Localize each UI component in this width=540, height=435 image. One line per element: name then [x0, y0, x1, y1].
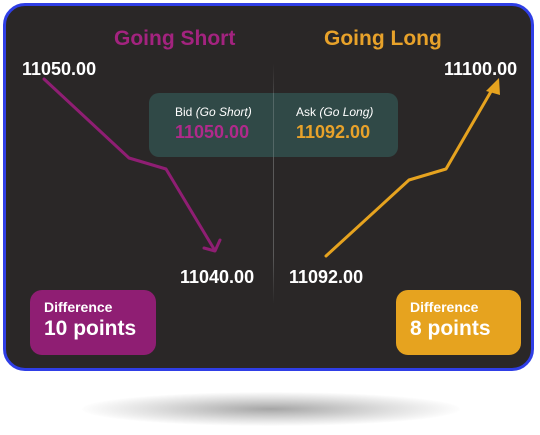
long-difference-value: 8 points — [410, 317, 491, 340]
bid-quote: Bid (Go Short) 11050.00 — [175, 105, 252, 143]
panel-shadow — [82, 392, 460, 426]
bid-label: Bid — [175, 105, 193, 119]
short-start-price: 11050.00 — [22, 59, 97, 79]
up-arrow-icon — [486, 78, 500, 95]
short-end-price: 11040.00 — [180, 267, 255, 287]
going-long-heading: Going Long — [324, 27, 442, 50]
bid-title: Bid (Go Short) — [175, 105, 252, 119]
ask-title: Ask (Go Long) — [296, 105, 373, 119]
short-difference-label: Difference — [44, 299, 113, 315]
bid-value: 11050.00 — [175, 122, 250, 142]
short-difference-value: 10 points — [44, 317, 137, 340]
ask-quote: Ask (Go Long) 11092.00 — [296, 105, 373, 143]
ask-value: 11092.00 — [296, 122, 371, 142]
bid-note: (Go Short) — [195, 105, 252, 119]
long-start-price: 11092.00 — [289, 267, 364, 287]
going-short-heading: Going Short — [114, 27, 236, 50]
long-end-price: 11100.00 — [444, 59, 518, 79]
long-difference-label: Difference — [410, 299, 479, 315]
long-difference-badge: Difference 8 points — [396, 290, 521, 355]
quote-divider — [273, 93, 274, 157]
ask-note: (Go Long) — [319, 105, 374, 119]
trade-diagram-panel: Going Short Going Long 11050.00 11040.00… — [3, 3, 534, 371]
short-difference-badge: Difference 10 points — [30, 290, 156, 355]
bid-ask-quote-box: Bid (Go Short) 11050.00 Ask (Go Long) 11… — [149, 93, 398, 157]
ask-label: Ask — [296, 105, 317, 119]
